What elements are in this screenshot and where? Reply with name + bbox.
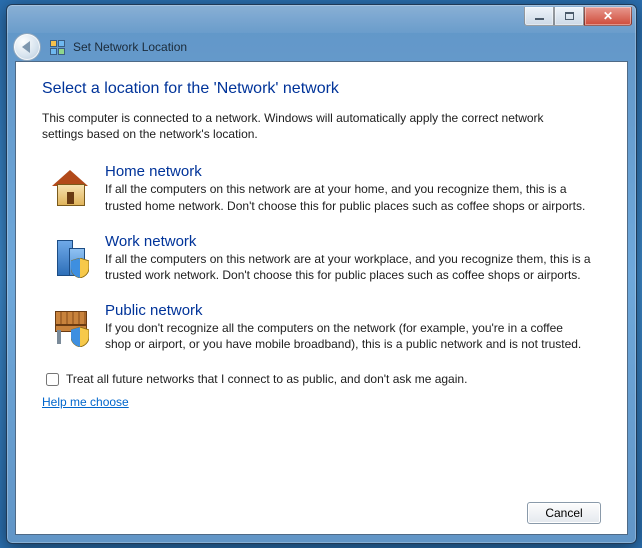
close-button[interactable]: ✕ — [584, 7, 632, 26]
caption-buttons: ✕ — [524, 12, 632, 26]
public-icon — [49, 305, 91, 347]
help-me-choose-link[interactable]: Help me choose — [42, 395, 601, 409]
option-home-network[interactable]: Home network If all the computers on thi… — [42, 156, 601, 220]
minimize-button[interactable] — [524, 7, 554, 26]
back-arrow-icon — [22, 41, 30, 53]
dialog-window: ✕ Set Network Location Select a location… — [6, 4, 637, 544]
option-desc: If you don't recognize all the computers… — [105, 320, 592, 352]
checkbox-label: Treat all future networks that I connect… — [66, 372, 467, 386]
option-title: Work network — [105, 233, 592, 250]
option-desc: If all the computers on this network are… — [105, 181, 592, 213]
back-button[interactable] — [13, 33, 41, 61]
network-options: Home network If all the computers on thi… — [42, 156, 601, 359]
option-public-network[interactable]: Public network If you don't recognize al… — [42, 295, 601, 359]
page-heading: Select a location for the 'Network' netw… — [42, 80, 601, 98]
work-icon — [49, 236, 91, 278]
shield-icon — [71, 258, 89, 278]
content-panel: Select a location for the 'Network' netw… — [15, 61, 628, 535]
cancel-button[interactable]: Cancel — [527, 502, 601, 524]
option-title: Public network — [105, 302, 592, 319]
option-title: Home network — [105, 163, 592, 180]
treat-public-checkbox-row[interactable]: Treat all future networks that I connect… — [42, 370, 601, 389]
option-desc: If all the computers on this network are… — [105, 251, 592, 283]
home-icon — [49, 166, 91, 208]
titlebar[interactable]: ✕ — [7, 5, 636, 33]
maximize-button[interactable] — [554, 7, 584, 26]
network-location-icon — [49, 39, 65, 55]
shield-icon — [71, 327, 89, 347]
treat-public-checkbox[interactable] — [46, 373, 59, 386]
nav-row: Set Network Location — [7, 33, 636, 61]
button-row: Cancel — [42, 488, 601, 524]
window-title: Set Network Location — [73, 40, 187, 54]
option-work-network[interactable]: Work network If all the computers on thi… — [42, 226, 601, 290]
intro-text: This computer is connected to a network.… — [42, 110, 562, 142]
